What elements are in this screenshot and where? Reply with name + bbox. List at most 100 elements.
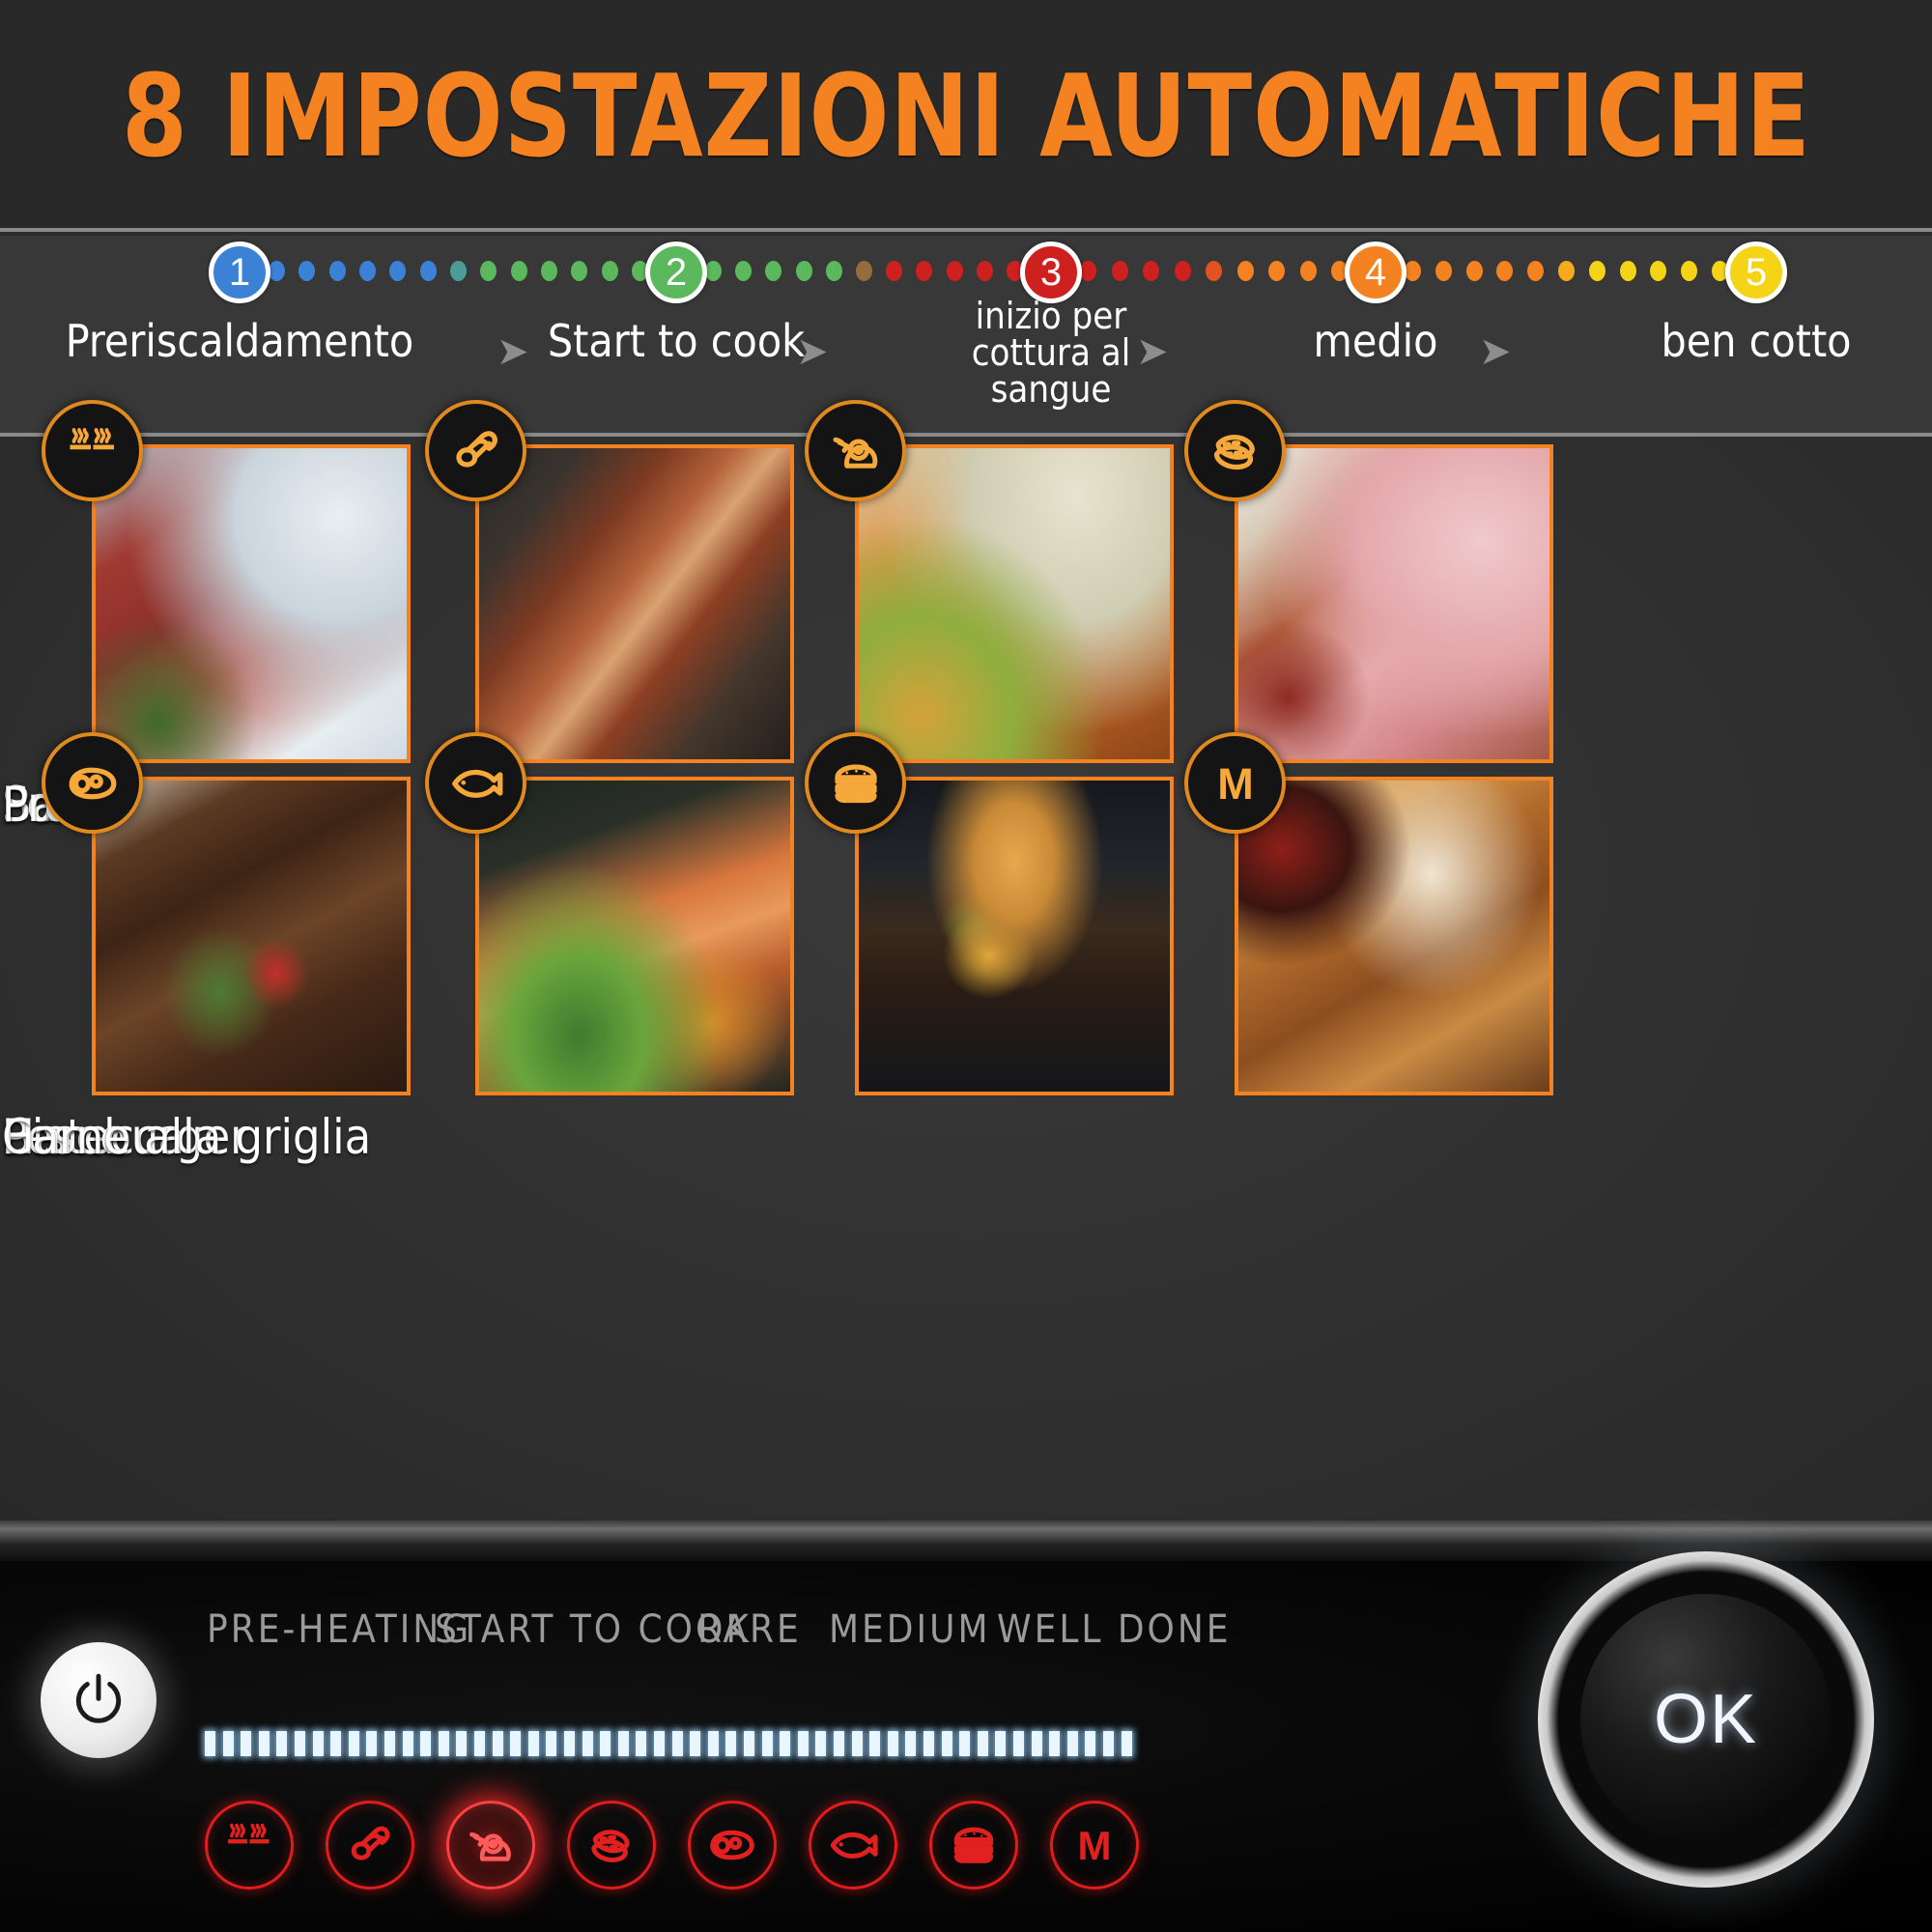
chicken-icon xyxy=(446,1801,535,1889)
led-segment xyxy=(923,1731,934,1756)
led-segment xyxy=(546,1731,557,1756)
burger-icon xyxy=(929,1801,1018,1889)
panel-preset-button[interactable] xyxy=(567,1801,656,1889)
stage-dot xyxy=(450,261,467,281)
led-progress-bar xyxy=(205,1731,1140,1756)
stage-dot xyxy=(916,261,933,281)
preset-photo xyxy=(92,444,411,763)
stage-badge-2[interactable]: 2 xyxy=(645,242,707,303)
panel-preset-button[interactable] xyxy=(688,1801,777,1889)
panel-preset-button[interactable] xyxy=(809,1801,897,1889)
ham-slices-icon xyxy=(1184,400,1286,501)
preset-photo-image xyxy=(96,781,407,1092)
stage-dot xyxy=(1111,261,1128,281)
ok-knob[interactable]: OK xyxy=(1538,1551,1874,1888)
bacon-roll-icon xyxy=(425,400,526,501)
panel-stage-label: MEDIUM xyxy=(829,1607,991,1652)
cooking-stage-progress-bar: 1 2 3 4 5 Preriscaldamento ➤ Start to cook ➤ ini… xyxy=(0,236,1932,437)
stage-badge-5[interactable]: 5 xyxy=(1725,242,1787,303)
stage-dot xyxy=(389,261,407,281)
led-segment xyxy=(995,1731,1007,1756)
page-title: 8 IMPOSTAZIONI AUTOMATICHE xyxy=(121,49,1811,183)
led-segment xyxy=(1103,1731,1114,1756)
panel-stage-label: RARE xyxy=(697,1607,802,1652)
fish-icon xyxy=(809,1801,897,1889)
stage-dot xyxy=(825,261,842,281)
stage-dot xyxy=(269,261,285,281)
defrost-waves-icon xyxy=(42,400,143,501)
led-segment xyxy=(707,1731,719,1756)
led-segment xyxy=(815,1731,827,1756)
preset-photo xyxy=(1235,777,1553,1095)
led-segment xyxy=(690,1731,701,1756)
header-banner: 8 IMPOSTAZIONI AUTOMATICHE xyxy=(0,0,1932,232)
stage-dot xyxy=(480,261,497,281)
led-segment xyxy=(366,1731,378,1756)
stage-dot xyxy=(1681,261,1698,281)
stage-dot xyxy=(1496,261,1514,281)
stage-dot xyxy=(886,261,903,281)
stage-dot xyxy=(298,261,316,281)
led-segment xyxy=(1031,1731,1042,1756)
stage-dot xyxy=(1405,261,1421,281)
preset-photo-image xyxy=(96,448,407,759)
stage-dot xyxy=(541,261,557,281)
stage-label: ben cotto xyxy=(1661,315,1852,367)
stage-dot xyxy=(856,261,872,281)
preset-photo xyxy=(855,777,1174,1095)
preset-photo-image xyxy=(859,781,1170,1092)
preset-photo xyxy=(1235,444,1553,763)
letter-m-icon: M xyxy=(1184,732,1286,834)
stage-badge-4[interactable]: 4 xyxy=(1345,242,1406,303)
panel-preset-button[interactable] xyxy=(929,1801,1018,1889)
stage-dot xyxy=(1174,261,1191,281)
ham-slices-icon xyxy=(567,1801,656,1889)
led-segment xyxy=(617,1731,629,1756)
ok-knob-label: OK xyxy=(1653,1681,1759,1758)
chicken-icon xyxy=(805,400,906,501)
led-segment xyxy=(1049,1731,1061,1756)
stage-dot xyxy=(328,261,346,281)
stage-dot xyxy=(601,261,618,281)
letter-m-icon: M xyxy=(1050,1801,1139,1889)
stage-dot xyxy=(1299,261,1317,281)
stage-dot xyxy=(1435,261,1452,281)
stage-dot xyxy=(1650,261,1667,281)
preset-photo-image xyxy=(479,781,790,1092)
stage-dot xyxy=(1558,261,1575,281)
led-segment xyxy=(797,1731,809,1756)
panel-preset-button[interactable] xyxy=(205,1801,294,1889)
preset-photo xyxy=(475,444,794,763)
stage-badge-3[interactable]: 3 xyxy=(1020,242,1082,303)
stage-badge-1[interactable]: 1 xyxy=(209,242,270,303)
stage-dot xyxy=(946,261,963,281)
panel-preset-button[interactable]: M xyxy=(1050,1801,1139,1889)
panel-preset-button[interactable] xyxy=(326,1801,414,1889)
power-button[interactable] xyxy=(41,1642,156,1758)
led-segment xyxy=(312,1731,324,1756)
steak-icon xyxy=(42,732,143,834)
preset-card-grid: Scongelamento Bacon Pollo xyxy=(0,400,1932,1520)
stage-dot xyxy=(1527,261,1545,281)
led-segment xyxy=(330,1731,342,1756)
panel-stage-label: PRE-HEATING xyxy=(207,1607,472,1652)
led-segment xyxy=(205,1731,215,1756)
stage-arrow-icon: ➤ xyxy=(796,330,829,373)
led-segment xyxy=(600,1731,611,1756)
led-segment xyxy=(654,1731,665,1756)
led-segment xyxy=(761,1731,773,1756)
stage-dot xyxy=(976,261,993,281)
stage-dot xyxy=(1588,261,1605,281)
stage-dot xyxy=(359,261,376,281)
panel-preset-button[interactable] xyxy=(446,1801,535,1889)
preset-photo-image xyxy=(1238,781,1549,1092)
led-segment xyxy=(671,1731,683,1756)
preset-photo xyxy=(475,777,794,1095)
led-segment xyxy=(977,1731,988,1756)
stage-label-row: Preriscaldamento ➤ Start to cook ➤ inizio pe… xyxy=(0,298,1932,437)
steak-icon xyxy=(688,1801,777,1889)
led-segment xyxy=(851,1731,863,1756)
fish-icon xyxy=(425,732,526,834)
bacon-roll-icon xyxy=(326,1801,414,1889)
led-segment xyxy=(527,1731,539,1756)
